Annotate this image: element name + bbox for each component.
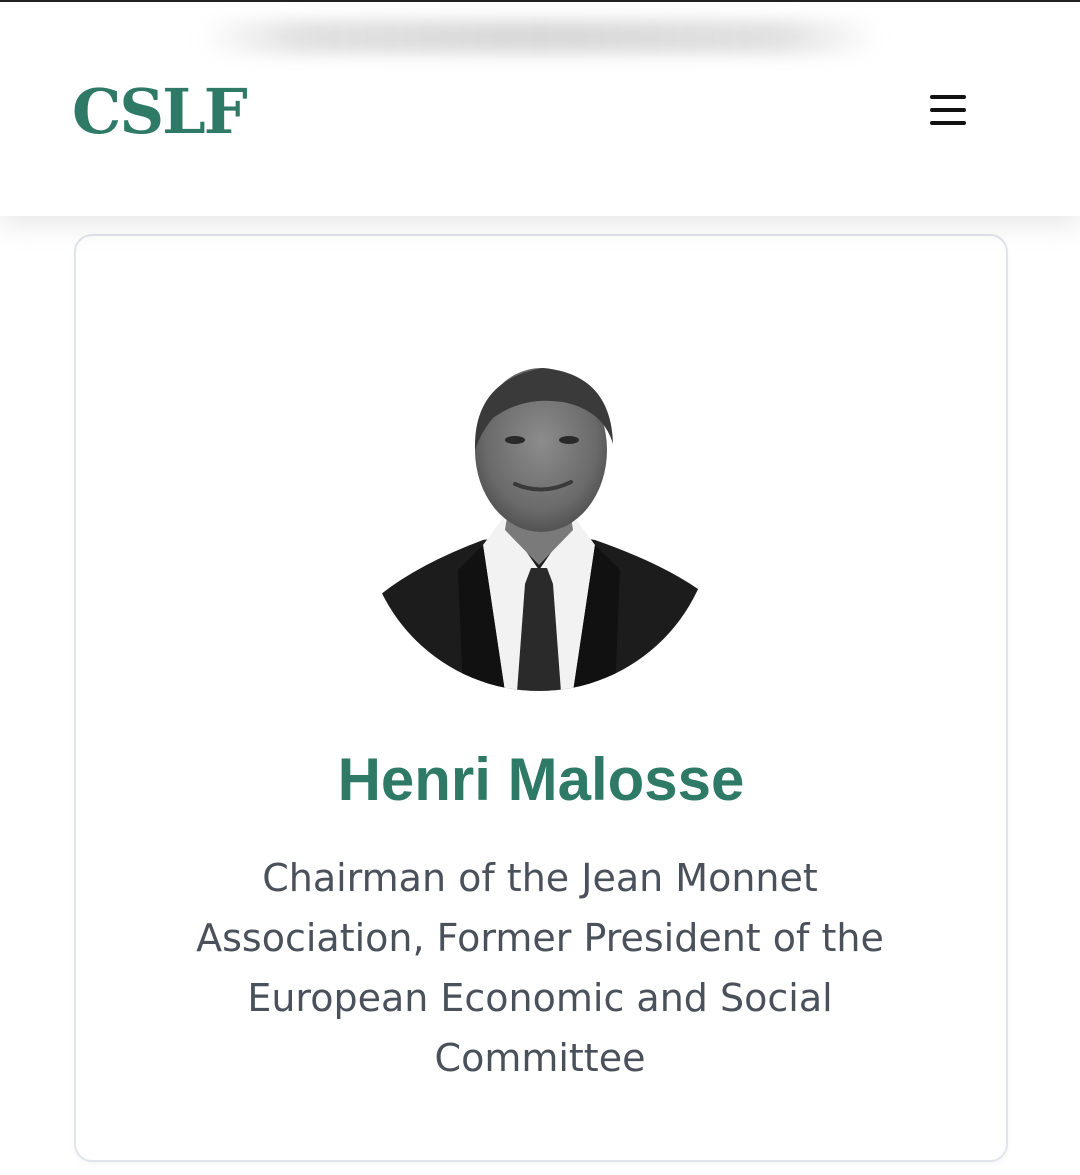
person-name: Henri Malosse [337,746,745,813]
portrait-avatar [364,368,714,691]
site-logo[interactable]: CSLF [72,76,248,148]
menu-line [930,108,966,112]
menu-line [930,121,966,125]
site-header: CSLF [0,2,1080,216]
menu-line [930,95,966,99]
person-role: Chairman of the Jean Monnet Association,… [196,856,884,1080]
blurred-notice-bar [200,20,880,54]
hamburger-menu-icon[interactable] [920,88,976,132]
